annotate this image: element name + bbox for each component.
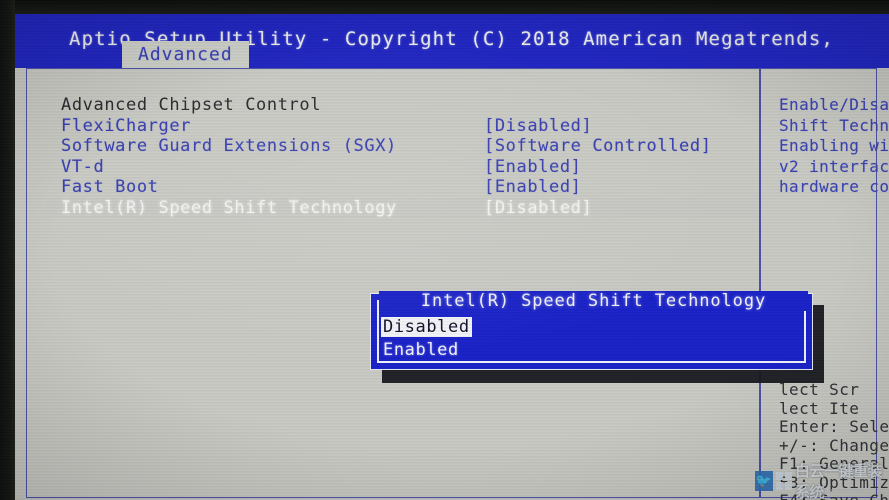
speed-shift-option-dialog: Intel(R) Speed Shift Technology Disabled…: [370, 291, 813, 370]
dialog-option-disabled[interactable]: Disabled: [381, 317, 472, 337]
watermark-text: 白云一键重装系统: [795, 462, 883, 500]
key-hint-enter-select: Enter: Select: [779, 417, 889, 436]
setting-label: Advanced Chipset Control: [61, 95, 322, 115]
dialog-inner-border: Intel(R) Speed Shift Technology Disabled…: [377, 291, 808, 363]
monitor-bezel-top: [0, 0, 889, 14]
list-item-flexicharger[interactable]: FlexiCharger [Disabled]: [47, 116, 757, 137]
list-item-vt-d[interactable]: VT-d [Enabled]: [47, 157, 757, 178]
settings-list: Advanced Chipset Control FlexiCharger [D…: [47, 95, 757, 218]
setting-label: Software Guard Extensions (SGX): [61, 136, 397, 156]
tab-advanced[interactable]: Advanced: [122, 41, 249, 70]
windows-logo-icon: [775, 472, 793, 490]
key-hint-change-option: +/-: Change Op: [779, 435, 889, 455]
help-panel: Enable/Disab Shift Techno Enabling wil v…: [779, 95, 889, 198]
help-text-line: hardware con: [779, 177, 889, 196]
twitter-bird-icon: 🐦: [755, 471, 773, 491]
setting-value[interactable]: [Enabled]: [484, 177, 582, 197]
title-bar: Aptio Setup Utility - Copyright (C) 2018…: [14, 13, 889, 70]
setting-value[interactable]: [Enabled]: [484, 157, 582, 177]
help-text-line: v2 interface: [779, 156, 889, 176]
setting-value[interactable]: [Software Controlled]: [484, 136, 712, 156]
key-hint-select-item: lect Ite: [779, 398, 860, 418]
bios-display-panel: Aptio Setup Utility - Copyright (C) 2018…: [14, 13, 889, 500]
list-item-software-guard-extensions[interactable]: Software Guard Extensions (SGX) [Softwar…: [47, 136, 757, 157]
help-text-line: Shift Techno: [779, 115, 889, 135]
content-frame: Advanced Chipset Control FlexiCharger [D…: [26, 68, 889, 500]
setting-label: FlexiCharger: [61, 115, 192, 136]
watermark-subtext: www.baiyunxitong.com: [802, 488, 865, 494]
setting-value[interactable]: [Disabled]: [484, 198, 592, 218]
list-item-advanced-chipset-control[interactable]: Advanced Chipset Control: [47, 95, 757, 116]
dialog-option-enabled[interactable]: Enabled: [381, 340, 461, 360]
monitor-bezel-left: [0, 0, 15, 500]
help-text-line: Enabling wil: [779, 136, 889, 155]
dialog-title: Intel(R) Speed Shift Technology: [379, 291, 808, 311]
list-item-intel-speed-shift-technology[interactable]: Intel(R) Speed Shift Technology [Disable…: [47, 197, 757, 218]
setting-label: VT-d: [61, 156, 105, 177]
key-hint-select-screen: lect Scr: [779, 380, 860, 399]
list-item-fast-boot[interactable]: Fast Boot [Enabled]: [47, 177, 757, 198]
bios-screen-photo: Aptio Setup Utility - Copyright (C) 2018…: [0, 0, 889, 500]
watermark: 🐦 白云一键重装系统 www.baiyunxitong.com: [755, 462, 889, 500]
panel-divider: [759, 69, 761, 497]
setting-value[interactable]: [Disabled]: [484, 116, 592, 136]
setting-label: Fast Boot: [61, 177, 159, 197]
setting-label: Intel(R) Speed Shift Technology: [61, 197, 397, 218]
help-text-line: Enable/Disab: [779, 95, 889, 114]
